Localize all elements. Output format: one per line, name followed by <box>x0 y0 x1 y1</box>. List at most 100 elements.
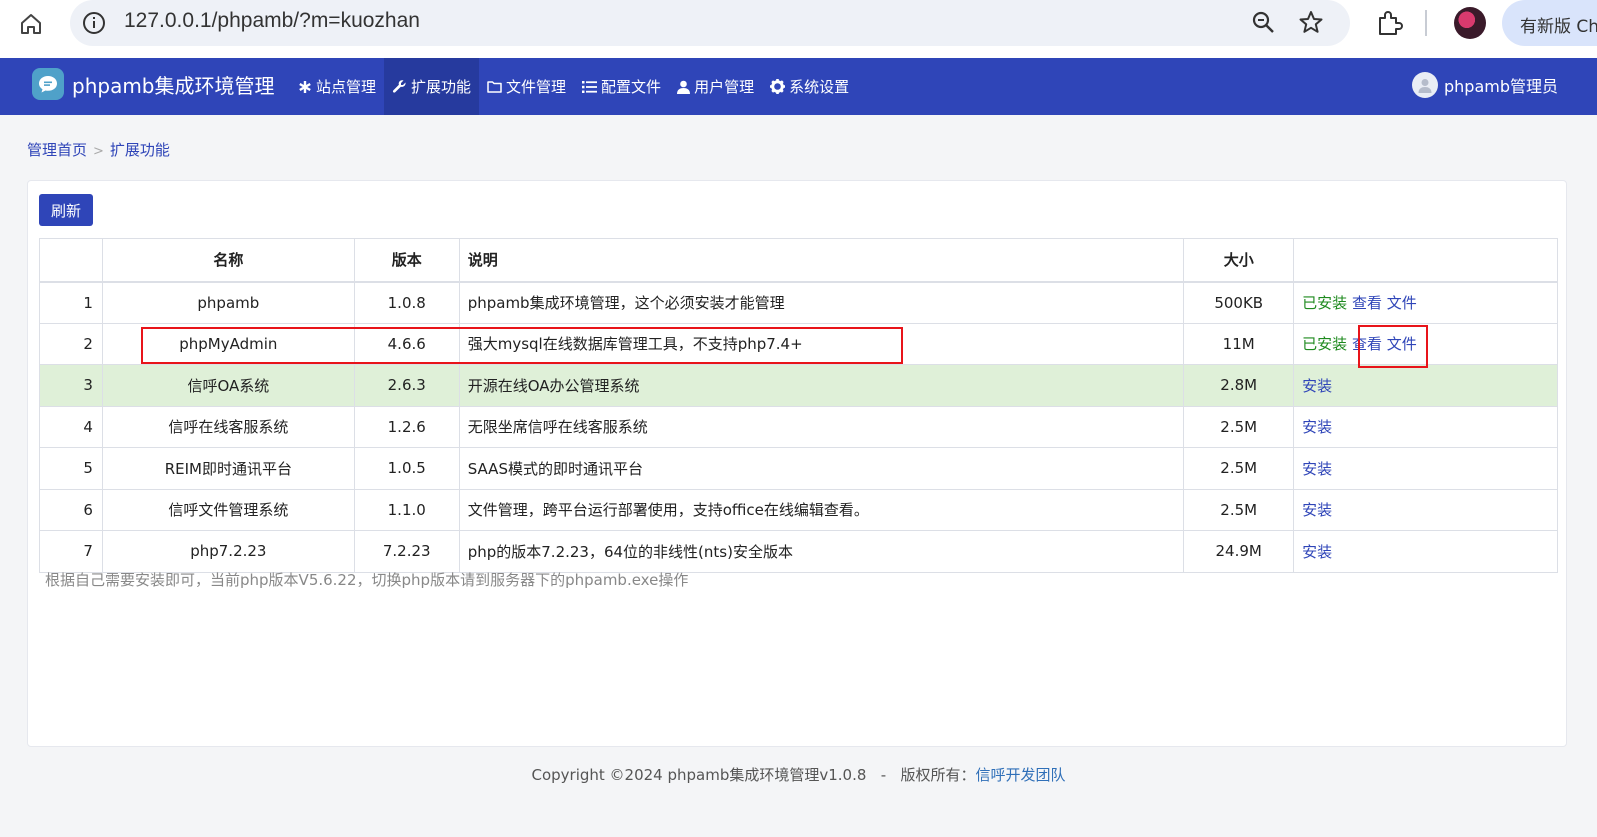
files-link[interactable]: 文件 <box>1387 294 1417 312</box>
row-version: 1.2.6 <box>353 405 460 448</box>
nav-item-config[interactable]: 配置文件 <box>574 58 669 115</box>
row-size: 24.9M <box>1183 530 1295 573</box>
install-link[interactable]: 安装 <box>1302 501 1332 519</box>
top-navbar: phpamb集成环境管理 站点管理 扩展功能 文件管理 配置文件 用户管理 系统… <box>0 58 1597 115</box>
nav-item-label: 用户管理 <box>694 78 755 96</box>
extensions-panel: 刷新 名称 版本 说明 大小 1 phpamb 1.0.8 phpamb集成环境… <box>27 180 1567 747</box>
row-name: 信呼OA系统 <box>101 364 355 407</box>
breadcrumb-current[interactable]: 扩展功能 <box>110 141 170 159</box>
list-icon <box>582 80 598 93</box>
address-bar[interactable]: 127.0.0.1/phpamb/?m=kuozhan <box>70 0 1350 46</box>
brand[interactable]: phpamb集成环境管理 <box>32 68 275 100</box>
table-row: 7 php7.2.23 7.2.23 php的版本7.2.23，64位的非线性(… <box>39 530 1558 573</box>
table-row: 3 信呼OA系统 2.6.3 开源在线OA办公管理系统 2.8M 安装 <box>39 364 1558 407</box>
view-link[interactable]: 查看 <box>1352 294 1382 312</box>
nav-item-label: 扩展功能 <box>411 78 472 96</box>
main-nav: 站点管理 扩展功能 文件管理 配置文件 用户管理 系统设置 <box>290 58 857 115</box>
row-description: 无限坐席信呼在线客服系统 <box>458 405 1185 448</box>
row-index: 3 <box>39 364 103 407</box>
row-description: phpamb集成环境管理，这个必须安装才能管理 <box>458 281 1185 324</box>
col-header-name: 名称 <box>101 238 355 283</box>
bookmark-star-icon[interactable] <box>1298 9 1326 37</box>
breadcrumb-separator: > <box>93 144 104 159</box>
row-version: 1.0.8 <box>353 281 460 324</box>
asterisk-icon <box>299 80 311 93</box>
row-index: 4 <box>39 405 103 448</box>
install-link[interactable]: 安装 <box>1302 418 1332 436</box>
install-link[interactable]: 安装 <box>1302 377 1332 395</box>
row-actions: 安装 <box>1293 447 1558 490</box>
user-icon <box>677 80 691 94</box>
browser-toolbar: 127.0.0.1/phpamb/?m=kuozhan 有新版 Ch <box>0 0 1597 58</box>
nav-item-extensions[interactable]: 扩展功能 <box>384 58 480 115</box>
nav-item-label: 配置文件 <box>601 78 662 96</box>
footer-team-link[interactable]: 信呼开发团队 <box>975 766 1065 784</box>
row-actions: 安装 <box>1293 405 1558 448</box>
row-version: 7.2.23 <box>353 530 460 573</box>
row-version: 2.6.3 <box>353 364 460 407</box>
col-header-actions <box>1293 238 1558 283</box>
home-icon[interactable] <box>16 9 46 39</box>
annotation-box-row <box>141 327 903 364</box>
nav-item-sites[interactable]: 站点管理 <box>290 58 384 115</box>
row-size: 2.8M <box>1183 364 1295 407</box>
row-size: 500KB <box>1183 281 1295 324</box>
wrench-icon <box>392 80 406 93</box>
table-row: 1 phpamb 1.0.8 phpamb集成环境管理，这个必须安装才能管理 5… <box>39 281 1558 324</box>
row-size: 2.5M <box>1183 447 1295 490</box>
update-button[interactable]: 有新版 Ch <box>1502 0 1597 46</box>
user-avatar-icon <box>1412 72 1438 98</box>
breadcrumb: 管理首页 > 扩展功能 <box>27 139 170 160</box>
row-actions: 安装 <box>1293 530 1558 573</box>
table-row: 4 信呼在线客服系统 1.2.6 无限坐席信呼在线客服系统 2.5M 安装 <box>39 405 1558 448</box>
table-row: 6 信呼文件管理系统 1.1.0 文件管理，跨平台运行部署使用，支持office… <box>39 488 1558 531</box>
footer: Copyright ©2024 phpamb集成环境管理v1.0.8 - 版权所… <box>0 764 1597 785</box>
col-header-index <box>39 238 103 283</box>
col-header-size: 大小 <box>1183 238 1295 283</box>
row-description: SAAS模式的即时通讯平台 <box>458 447 1185 490</box>
install-link[interactable]: 安装 <box>1302 543 1332 561</box>
row-name: 信呼在线客服系统 <box>101 405 355 448</box>
row-index: 1 <box>39 281 103 324</box>
chat-logo-icon <box>32 68 64 100</box>
breadcrumb-home[interactable]: 管理首页 <box>27 141 87 159</box>
refresh-button[interactable]: 刷新 <box>39 194 93 226</box>
toolbar-separator <box>1425 10 1427 36</box>
user-menu[interactable]: phpamb管理员 <box>1412 72 1558 98</box>
row-actions: 安装 <box>1293 488 1558 531</box>
extensions-table: 名称 版本 说明 大小 1 phpamb 1.0.8 phpamb集成环境管理，… <box>39 238 1558 573</box>
row-description: 开源在线OA办公管理系统 <box>458 364 1185 407</box>
folder-icon <box>487 81 502 93</box>
col-header-version: 版本 <box>353 238 460 283</box>
annotation-box-view <box>1358 325 1428 368</box>
row-size: 11M <box>1183 322 1295 365</box>
row-name: php7.2.23 <box>101 530 355 573</box>
profile-avatar[interactable] <box>1454 7 1486 39</box>
row-version: 1.0.5 <box>353 447 460 490</box>
row-size: 2.5M <box>1183 488 1295 531</box>
footer-rights-label: 版权所有： <box>900 766 976 784</box>
gear-icon <box>770 79 786 94</box>
row-description: 文件管理，跨平台运行部署使用，支持office在线编辑查看。 <box>458 488 1185 531</box>
extensions-icon[interactable] <box>1375 9 1403 37</box>
row-actions: 安装 <box>1293 364 1558 407</box>
row-version: 1.1.0 <box>353 488 460 531</box>
nav-item-users[interactable]: 用户管理 <box>669 58 762 115</box>
table-header-row: 名称 版本 说明 大小 <box>39 238 1558 283</box>
row-actions: 已安装 查看 文件 <box>1293 281 1558 324</box>
nav-item-label: 文件管理 <box>506 78 567 96</box>
user-name: phpamb管理员 <box>1444 77 1559 96</box>
row-name: phpamb <box>101 281 355 324</box>
installed-status: 已安装 <box>1302 294 1348 312</box>
nav-item-label: 站点管理 <box>316 78 377 96</box>
site-info-icon[interactable] <box>82 11 106 35</box>
install-link[interactable]: 安装 <box>1302 460 1332 478</box>
row-name: 信呼文件管理系统 <box>101 488 355 531</box>
zoom-icon[interactable] <box>1250 9 1278 37</box>
row-index: 6 <box>39 488 103 531</box>
nav-item-settings[interactable]: 系统设置 <box>762 58 857 115</box>
row-index: 7 <box>39 530 103 573</box>
nav-item-files[interactable]: 文件管理 <box>479 58 574 115</box>
url-text[interactable]: 127.0.0.1/phpamb/?m=kuozhan <box>124 9 420 33</box>
col-header-description: 说明 <box>458 238 1185 283</box>
